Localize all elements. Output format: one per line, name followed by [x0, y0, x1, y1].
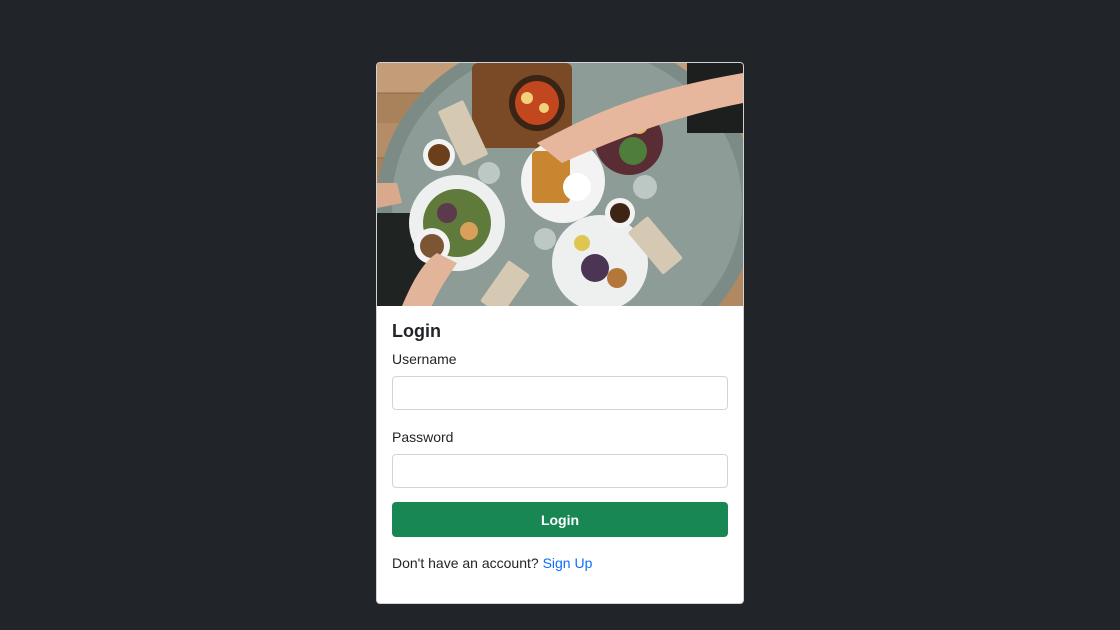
signup-link[interactable]: Sign Up	[543, 555, 593, 571]
signup-prompt-text: Don't have an account?	[392, 555, 539, 571]
signup-prompt-row: Don't have an account? Sign Up	[392, 554, 728, 572]
login-button[interactable]: Login	[392, 502, 728, 537]
password-label: Password	[392, 429, 454, 445]
food-table-photo	[377, 63, 743, 306]
username-label: Username	[392, 351, 457, 367]
username-input[interactable]	[392, 376, 728, 410]
login-title: Login	[392, 321, 441, 341]
password-input[interactable]	[392, 454, 728, 488]
login-card: Login Username Password Login Don't have…	[376, 62, 744, 604]
